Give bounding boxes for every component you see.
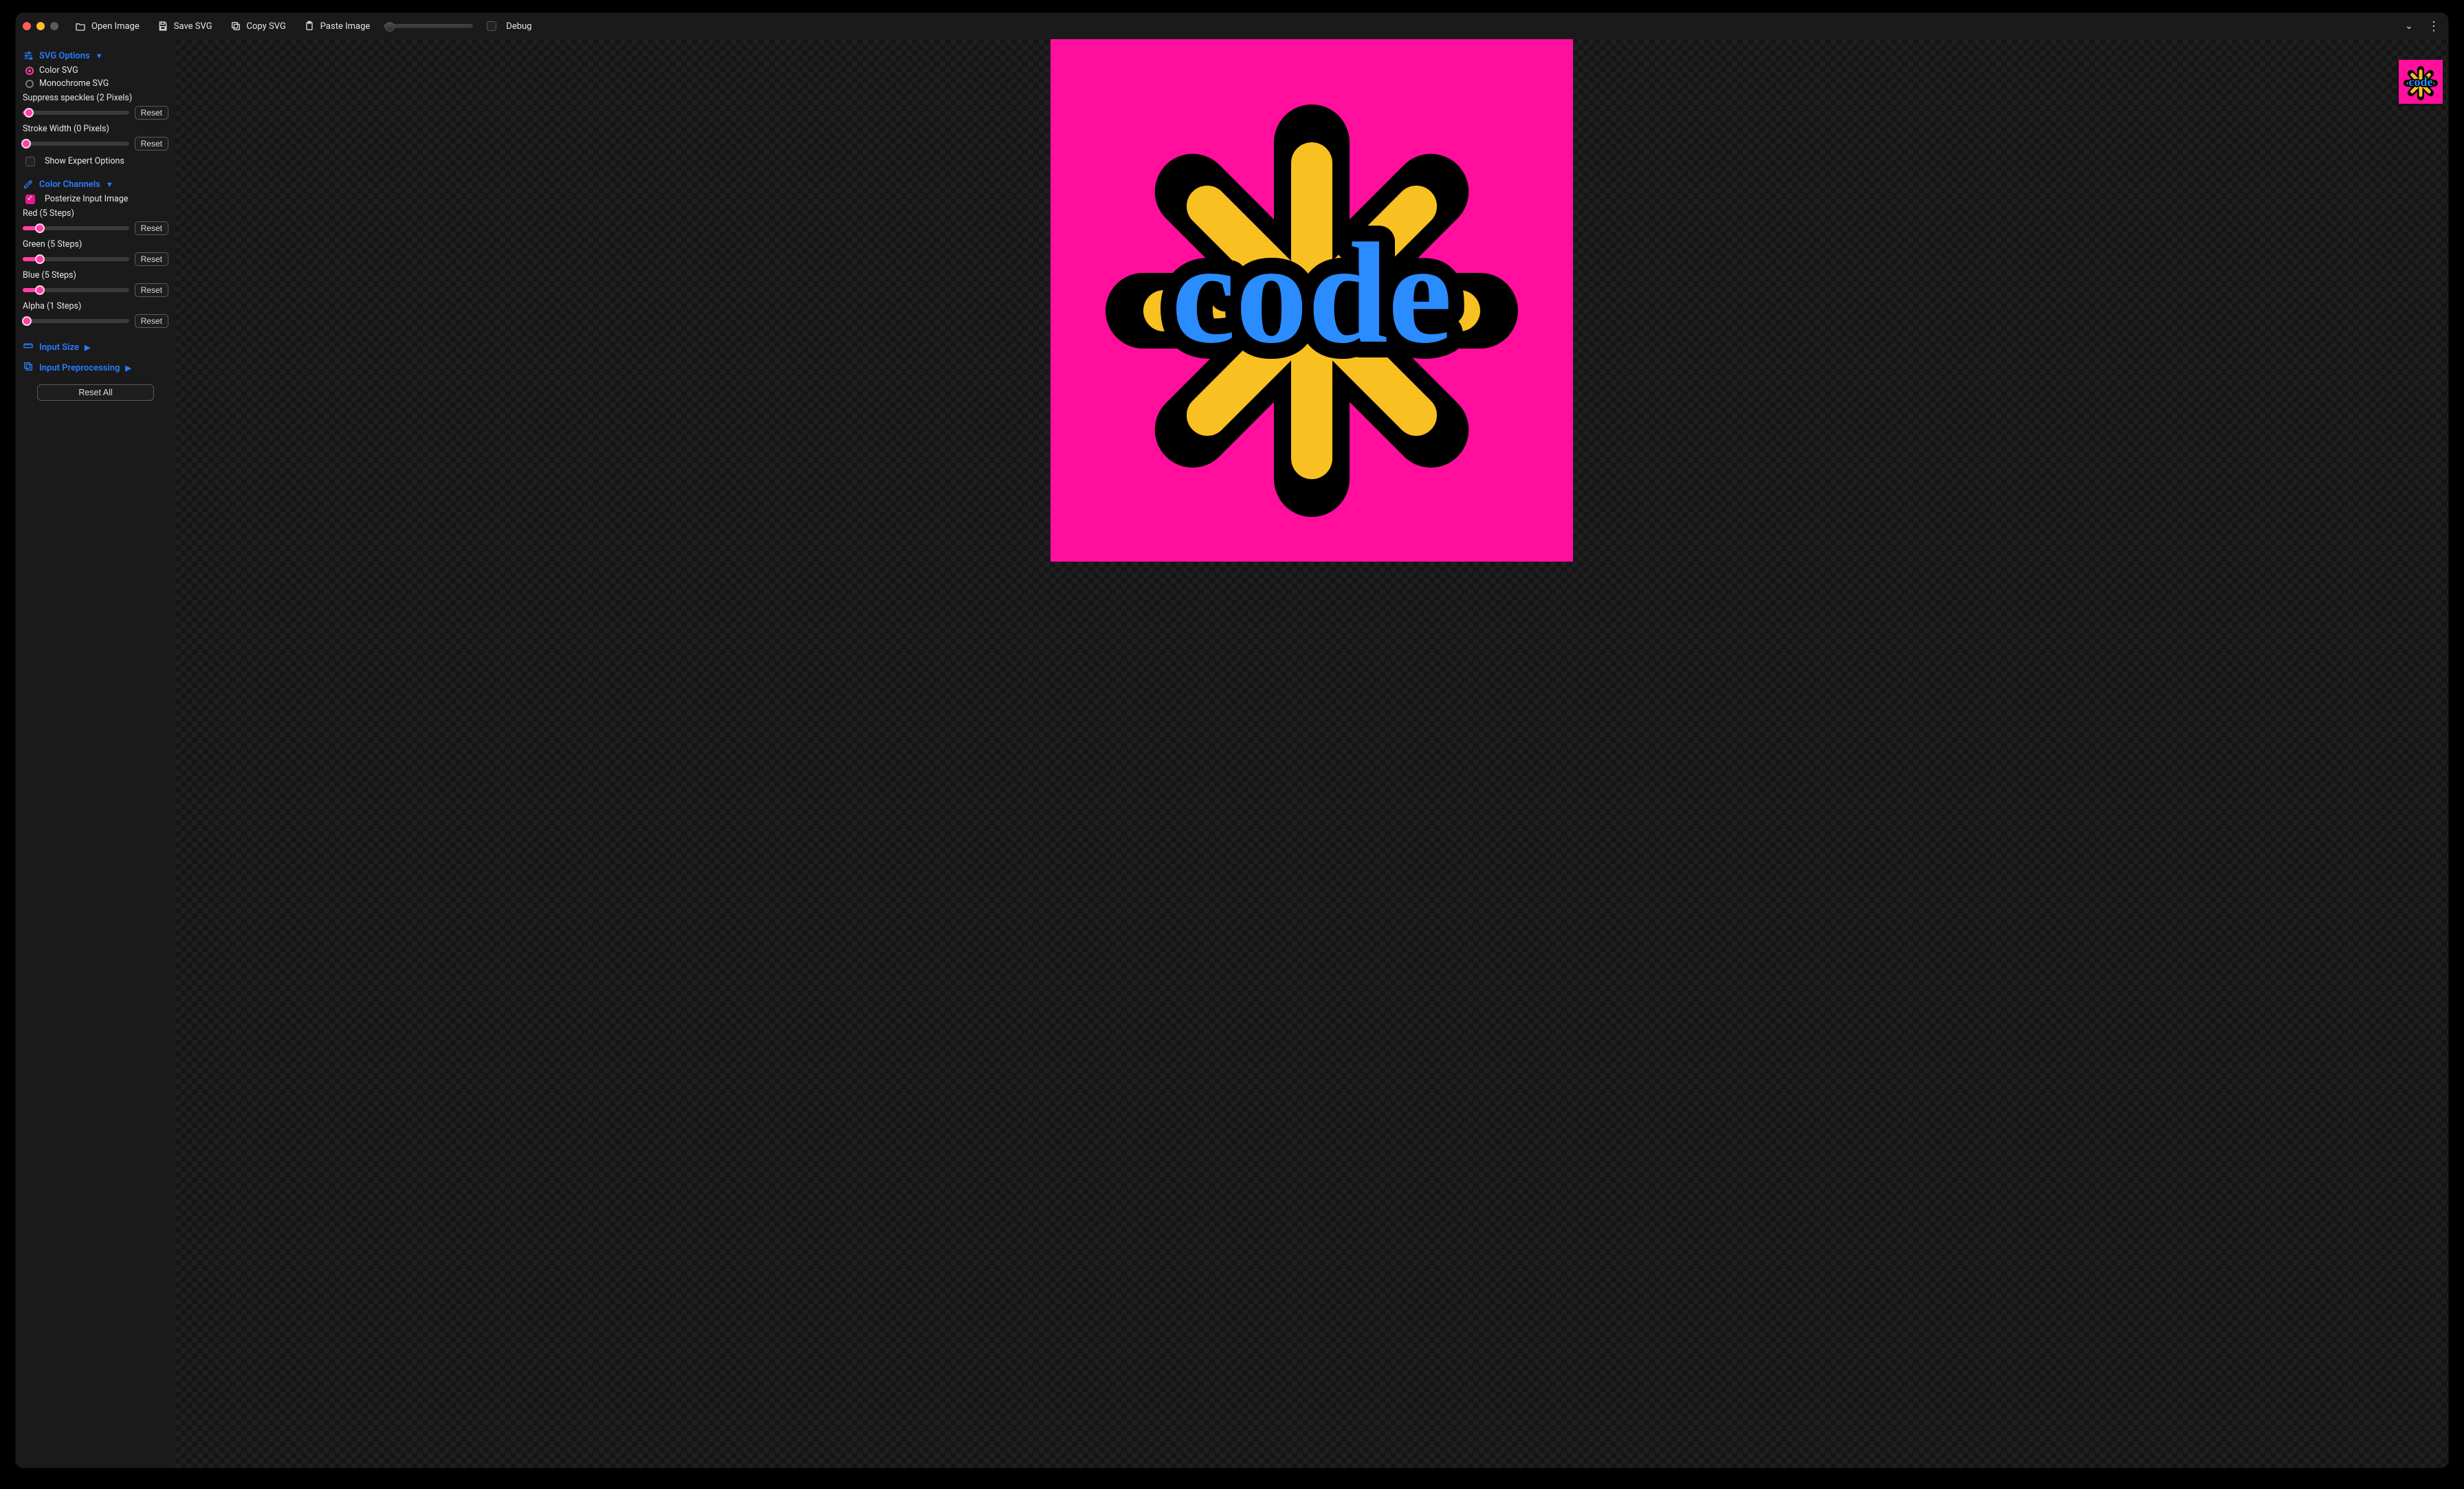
stroke-width-slider[interactable]	[23, 142, 129, 146]
sidebar: SVG Options ▼ Color SVG Monochrome SVG S…	[16, 39, 175, 1468]
section-input-size-title: Input Size	[39, 342, 79, 353]
folder-open-icon	[75, 21, 86, 32]
green-steps-control: Green (5 Steps) Reset	[23, 239, 168, 266]
brush-icon	[23, 179, 34, 190]
green-slider[interactable]	[23, 257, 129, 261]
red-slider[interactable]	[23, 226, 129, 230]
ruler-icon	[23, 340, 34, 354]
stroke-width-control: Stroke Width (0 Pixels) Reset	[23, 124, 168, 151]
chevron-down-icon: ▼	[106, 180, 113, 189]
debug-checkbox[interactable]	[487, 21, 496, 31]
red-reset[interactable]: Reset	[135, 221, 168, 235]
section-color-channels[interactable]: Color Channels ▼	[23, 179, 168, 190]
mode-color-label: Color SVG	[39, 65, 78, 76]
section-input-preprocessing-title: Input Preprocessing	[39, 363, 120, 373]
open-image-button[interactable]: Open Image	[71, 18, 144, 34]
stroke-width-reset[interactable]: Reset	[135, 137, 168, 151]
blue-slider[interactable]	[23, 288, 129, 292]
svg-text:code: code	[2409, 75, 2433, 89]
chevron-right-icon: ▶	[125, 364, 131, 373]
suppress-speckles-label: Suppress speckles (2 Pixels)	[23, 93, 168, 103]
preview-thumbnail[interactable]: code code	[2399, 60, 2443, 104]
expert-label: Show Expert Options	[45, 156, 124, 166]
reset-all-button[interactable]: Reset All	[37, 384, 154, 401]
posterize-label: Posterize Input Image	[45, 194, 128, 204]
app-window: Open Image Save SVG Copy SVG Paste Image…	[15, 12, 2449, 1468]
section-svg-options[interactable]: SVG Options ▼	[23, 50, 168, 61]
radio-selected-icon	[25, 67, 34, 75]
mode-mono-label: Monochrome SVG	[39, 78, 109, 89]
mode-monochrome-svg[interactable]: Monochrome SVG	[25, 78, 168, 89]
artboard: code code	[1050, 39, 1573, 562]
app-body: SVG Options ▼ Color SVG Monochrome SVG S…	[16, 39, 2448, 1468]
zoom-slider[interactable]	[384, 24, 473, 28]
section-svg-options-title: SVG Options	[39, 51, 90, 61]
vector-preview: code code	[1050, 39, 1573, 562]
posterize-toggle[interactable]: Posterize Input Image	[25, 194, 168, 204]
posterize-checkbox[interactable]	[25, 195, 35, 204]
suppress-speckles-control: Suppress speckles (2 Pixels) Reset	[23, 93, 168, 120]
paste-image-label: Paste Image	[320, 21, 370, 32]
stroke-width-label: Stroke Width (0 Pixels)	[23, 124, 168, 134]
green-label: Green (5 Steps)	[23, 239, 168, 250]
copy-icon	[230, 21, 241, 32]
save-svg-label: Save SVG	[174, 21, 212, 32]
chevron-right-icon: ▶	[85, 343, 90, 352]
save-svg-button[interactable]: Save SVG	[153, 18, 217, 34]
suppress-speckles-reset[interactable]: Reset	[135, 106, 168, 120]
open-image-label: Open Image	[91, 21, 140, 32]
alpha-reset[interactable]: Reset	[135, 314, 168, 328]
more-menu-button[interactable]: ⋮	[2426, 19, 2441, 34]
section-color-channels-title: Color Channels	[39, 179, 100, 190]
save-icon	[157, 21, 168, 32]
sliders-icon	[23, 50, 34, 61]
green-reset[interactable]: Reset	[135, 252, 168, 266]
alpha-slider[interactable]	[23, 319, 129, 323]
debug-toggle[interactable]: Debug	[487, 19, 536, 34]
close-window-button[interactable]	[23, 22, 31, 30]
artwork-text: code	[1172, 214, 1452, 373]
red-steps-control: Red (5 Steps) Reset	[23, 208, 168, 235]
red-label: Red (5 Steps)	[23, 208, 168, 219]
collapse-toolbar-button[interactable]: ⌄	[2401, 21, 2417, 32]
show-expert-options[interactable]: Show Expert Options	[25, 156, 168, 166]
toolbar: Open Image Save SVG Copy SVG Paste Image…	[16, 13, 2448, 39]
expert-checkbox[interactable]	[25, 157, 35, 166]
radio-unselected-icon	[25, 80, 34, 88]
chevron-down-icon: ▼	[96, 52, 103, 60]
paste-icon	[304, 21, 315, 32]
copy-svg-button[interactable]: Copy SVG	[226, 18, 290, 34]
copy-svg-label: Copy SVG	[247, 21, 286, 32]
section-input-size[interactable]: Input Size ▶	[23, 340, 168, 354]
fullscreen-window-button[interactable]	[50, 22, 58, 30]
paste-image-button[interactable]: Paste Image	[300, 18, 374, 34]
blue-reset[interactable]: Reset	[135, 283, 168, 297]
section-input-preprocessing[interactable]: Input Preprocessing ▶	[23, 361, 168, 375]
alpha-label: Alpha (1 Steps)	[23, 301, 168, 311]
suppress-speckles-slider[interactable]	[23, 111, 129, 115]
window-controls	[23, 22, 58, 30]
mode-color-svg[interactable]: Color SVG	[25, 65, 168, 76]
debug-label: Debug	[506, 21, 531, 32]
layers-icon	[23, 361, 34, 375]
canvas-area[interactable]: code code	[175, 39, 2448, 1468]
blue-label: Blue (5 Steps)	[23, 270, 168, 280]
minimize-window-button[interactable]	[36, 22, 45, 30]
blue-steps-control: Blue (5 Steps) Reset	[23, 270, 168, 297]
alpha-steps-control: Alpha (1 Steps) Reset	[23, 301, 168, 328]
